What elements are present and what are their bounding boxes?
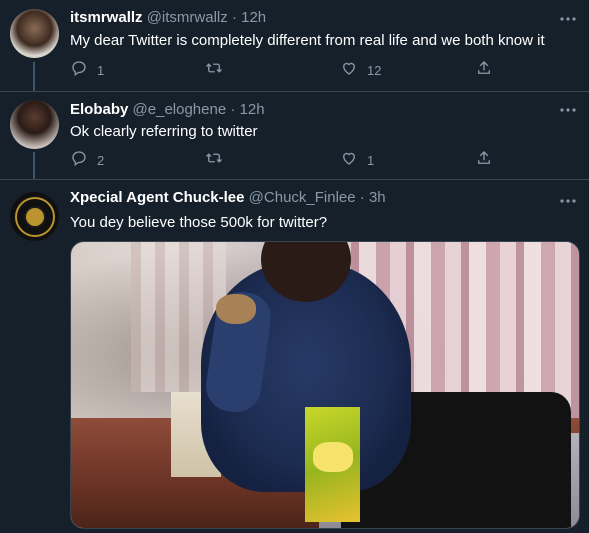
thread-line: [33, 152, 35, 180]
reply-count: 2: [97, 152, 105, 168]
more-dots-icon[interactable]: [559, 192, 577, 210]
share-icon: [475, 149, 493, 172]
reply-button[interactable]: 1: [70, 60, 104, 80]
reply-icon: [70, 149, 88, 172]
reply-button[interactable]: 2: [70, 150, 104, 170]
display-name[interactable]: Elobaby: [70, 101, 128, 118]
like-button[interactable]: 1: [340, 150, 374, 170]
retweet-button[interactable]: [204, 60, 233, 80]
avatar[interactable]: [10, 9, 59, 58]
like-count: 12: [367, 62, 382, 78]
juice-label: [313, 442, 353, 472]
thread-line: [33, 62, 35, 91]
handle[interactable]: @Chuck_Finlee: [249, 189, 356, 206]
heart-icon: [340, 149, 358, 172]
like-button[interactable]: 12: [340, 60, 381, 80]
timestamp[interactable]: 12h: [241, 9, 266, 26]
separator: ·: [231, 9, 237, 26]
tweet-media-image[interactable]: [70, 241, 580, 529]
retweet-icon: [204, 59, 224, 82]
tweet-header: itsmrwallz @itsmrwallz · 12h: [70, 8, 549, 28]
timestamp[interactable]: 12h: [240, 101, 265, 118]
handle[interactable]: @e_eloghene: [133, 101, 227, 118]
display-name[interactable]: itsmrwallz: [70, 9, 143, 26]
handle[interactable]: @itsmrwallz: [147, 9, 228, 26]
seal-logo: [14, 196, 55, 237]
tweet-actions: 2 1: [70, 150, 500, 170]
tweet-header: Xpecial Agent Chuck-lee @Chuck_Finlee · …: [70, 188, 549, 208]
tweet-text: Ok clearly referring to twitter: [70, 123, 258, 140]
timestamp[interactable]: 3h: [369, 189, 386, 206]
share-icon: [475, 59, 493, 82]
more-dots-icon[interactable]: [559, 101, 577, 119]
tweet[interactable]: Elobaby @e_eloghene · 12h Ok clearly ref…: [0, 91, 589, 180]
tweet-text: You dey believe those 500k for twitter?: [70, 214, 328, 231]
like-count: 1: [367, 152, 375, 168]
tweet[interactable]: Xpecial Agent Chuck-lee @Chuck_Finlee · …: [0, 179, 589, 533]
reply-icon: [70, 59, 88, 82]
reply-count: 1: [97, 62, 105, 78]
tweet-text: My dear Twitter is completely different …: [70, 32, 545, 49]
avatar[interactable]: [10, 192, 59, 241]
retweet-icon: [204, 149, 224, 172]
tweet-header: Elobaby @e_eloghene · 12h: [70, 100, 549, 120]
heart-icon: [340, 59, 358, 82]
tweet-actions: 1 12: [70, 60, 500, 80]
share-button[interactable]: [475, 60, 493, 80]
share-button[interactable]: [475, 150, 493, 170]
retweet-button[interactable]: [204, 150, 233, 170]
more-dots-icon[interactable]: [559, 10, 577, 28]
display-name[interactable]: Xpecial Agent Chuck-lee: [70, 189, 245, 206]
food: [216, 294, 256, 324]
tweet[interactable]: itsmrwallz @itsmrwallz · 12h My dear Twi…: [0, 0, 589, 91]
separator: ·: [359, 189, 365, 206]
avatar[interactable]: [10, 100, 59, 149]
separator: ·: [230, 101, 236, 118]
